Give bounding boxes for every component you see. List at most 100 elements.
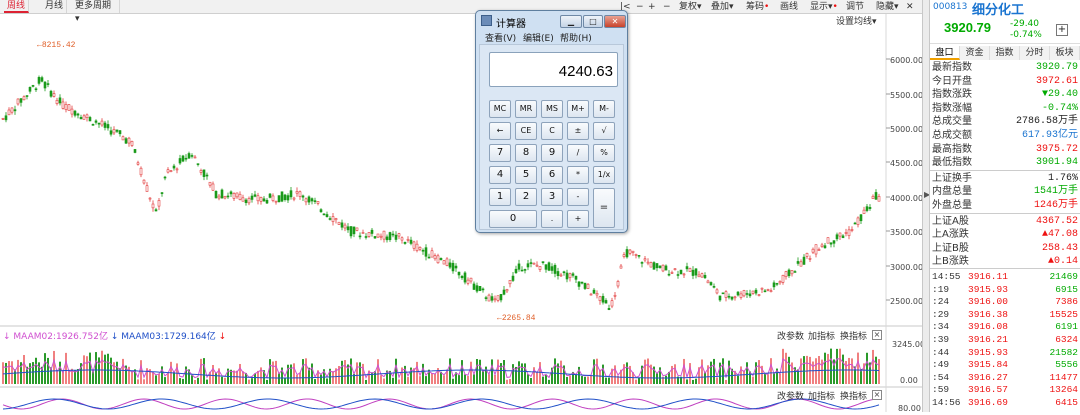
calc-key[interactable]: C (541, 122, 563, 140)
ind-edit-params-button[interactable]: 改参数 (777, 389, 804, 402)
candle-body (472, 283, 476, 290)
volume-bar (692, 379, 694, 384)
tab-weekly[interactable]: 周线 (4, 0, 30, 13)
candle-body (787, 269, 791, 277)
calc-key[interactable]: 1 (489, 188, 511, 206)
menu-adjust[interactable]: 调节 (846, 1, 864, 13)
menu-display[interactable]: 显示▾• (810, 1, 838, 13)
candle-body (589, 293, 593, 296)
calc-key[interactable]: M+ (567, 100, 589, 118)
stat-label: 外盘总量 (932, 200, 972, 211)
kline-chart-area[interactable]: 6000.00 5500.00 5000.00 4500.00 4000.00 … (0, 14, 925, 413)
candle-body (505, 289, 509, 292)
candle-body (865, 206, 869, 211)
panel-splitter[interactable]: ▶ (922, 0, 930, 412)
menu-edit[interactable]: 编辑(E) (523, 31, 554, 44)
zoom-out-icon[interactable]: − (636, 1, 644, 13)
vol-add-indicator-button[interactable]: 加指标 (808, 329, 835, 342)
calc-key[interactable]: . (541, 210, 563, 228)
calc-key[interactable]: = (593, 188, 615, 228)
volume-bar (605, 377, 607, 384)
menu-fuquan[interactable]: 复权▾ (679, 1, 702, 13)
tab-3[interactable]: 分时 (1020, 46, 1050, 60)
ind-switch-indicator-button[interactable]: 换指标 (840, 389, 867, 402)
candle-body (289, 190, 293, 198)
volume-bar (332, 371, 334, 384)
menu-overlay[interactable]: 叠加▾ (711, 1, 734, 13)
tick-price: 3916.00 (968, 296, 1008, 308)
close-icon[interactable]: ✕ (604, 15, 626, 28)
candle-body (223, 195, 227, 199)
calc-key[interactable]: 9 (541, 144, 563, 162)
close-panel-icon[interactable]: × (872, 390, 882, 400)
tab-0[interactable]: 盘口 (930, 46, 960, 60)
kline-chart[interactable]: 6000.00 5500.00 5000.00 4500.00 4000.00 … (0, 14, 925, 413)
calc-key[interactable]: 5 (515, 166, 537, 184)
volume-bar (200, 358, 202, 384)
calc-key[interactable]: 3 (541, 188, 563, 206)
calc-key[interactable]: 6 (541, 166, 563, 184)
minimize-icon[interactable]: ▁ (560, 15, 582, 28)
calc-key[interactable]: / (567, 144, 589, 162)
calc-key[interactable]: ← (489, 122, 511, 140)
tick-volume: 21582 (1049, 346, 1078, 358)
volume-bar (272, 361, 274, 384)
calc-key[interactable]: MR (515, 100, 537, 118)
candle-body (169, 170, 173, 172)
stat-label: 指数涨幅 (932, 102, 972, 114)
minus-icon[interactable]: − (663, 1, 671, 13)
menu-view[interactable]: 查看(V) (485, 31, 516, 44)
zoom-in-icon[interactable]: + (648, 1, 656, 13)
calc-key[interactable]: 8 (515, 144, 537, 162)
candle-body (361, 232, 365, 234)
tab-4[interactable]: 板块 (1050, 46, 1080, 60)
volume-bar (539, 362, 541, 384)
menu-hide[interactable]: 隐藏▾ (876, 1, 899, 13)
candle-body (529, 262, 533, 264)
candle-body (76, 113, 80, 116)
calc-key[interactable]: ± (567, 122, 589, 140)
close-chart-icon[interactable]: ✕ (906, 1, 914, 13)
tick-row: :49 3915.84 5556 (932, 359, 1078, 372)
tab-1[interactable]: 资金 (960, 46, 990, 60)
more-period-dropdown[interactable]: 更多周期 ▾ (72, 0, 120, 24)
quote-header: 000813 细分化工 3920.79 -29.40 -0.74% + (930, 0, 1080, 44)
calc-key[interactable]: 1/x (593, 166, 615, 184)
quote-tabs: 盘口 资金 指数 分时 板块 (930, 46, 1080, 60)
candle-body (670, 272, 674, 274)
candle-body (355, 227, 359, 231)
menu-chips[interactable]: 筹码• (746, 1, 769, 13)
calc-key[interactable]: CE (515, 122, 537, 140)
volume-bar (785, 352, 787, 384)
tab-2[interactable]: 指数 (990, 46, 1020, 60)
tick-row: :39 3916.21 6324 (932, 334, 1078, 347)
tab-monthly[interactable]: 月线 (42, 0, 68, 13)
calc-key[interactable]: - (567, 188, 589, 206)
candle-body (136, 162, 140, 165)
calc-key[interactable]: 7 (489, 144, 511, 162)
calc-key[interactable]: 0 (489, 210, 537, 228)
menu-draw[interactable]: 画线 (780, 1, 798, 13)
candle-body (43, 81, 47, 89)
calc-key[interactable]: * (567, 166, 589, 184)
volume-bar (779, 373, 781, 384)
calc-key[interactable]: √ (593, 122, 615, 140)
calc-key[interactable]: MS (541, 100, 563, 118)
calc-key[interactable]: M- (593, 100, 615, 118)
vol-switch-indicator-button[interactable]: 换指标 (840, 329, 867, 342)
menu-help[interactable]: 帮助(H) (560, 31, 592, 44)
add-watchlist-icon[interactable]: + (1056, 24, 1068, 36)
calc-key[interactable]: + (567, 210, 589, 228)
calc-key[interactable]: % (593, 144, 615, 162)
calculator-window[interactable]: 计算器 ▁ □ ✕ 查看(V) 编辑(E) 帮助(H) 4240.63 MC MR… (475, 10, 628, 233)
close-panel-icon[interactable]: × (872, 330, 882, 340)
calc-key[interactable]: MC (489, 100, 511, 118)
ind-add-indicator-button[interactable]: 加指标 (808, 389, 835, 402)
maximize-icon[interactable]: □ (583, 15, 603, 28)
volume-bar (701, 359, 703, 384)
calc-key[interactable]: 2 (515, 188, 537, 206)
candle-body (430, 250, 434, 258)
calc-key[interactable]: 4 (489, 166, 511, 184)
vol-edit-params-button[interactable]: 改参数 (777, 329, 804, 342)
candle-body (73, 110, 77, 116)
